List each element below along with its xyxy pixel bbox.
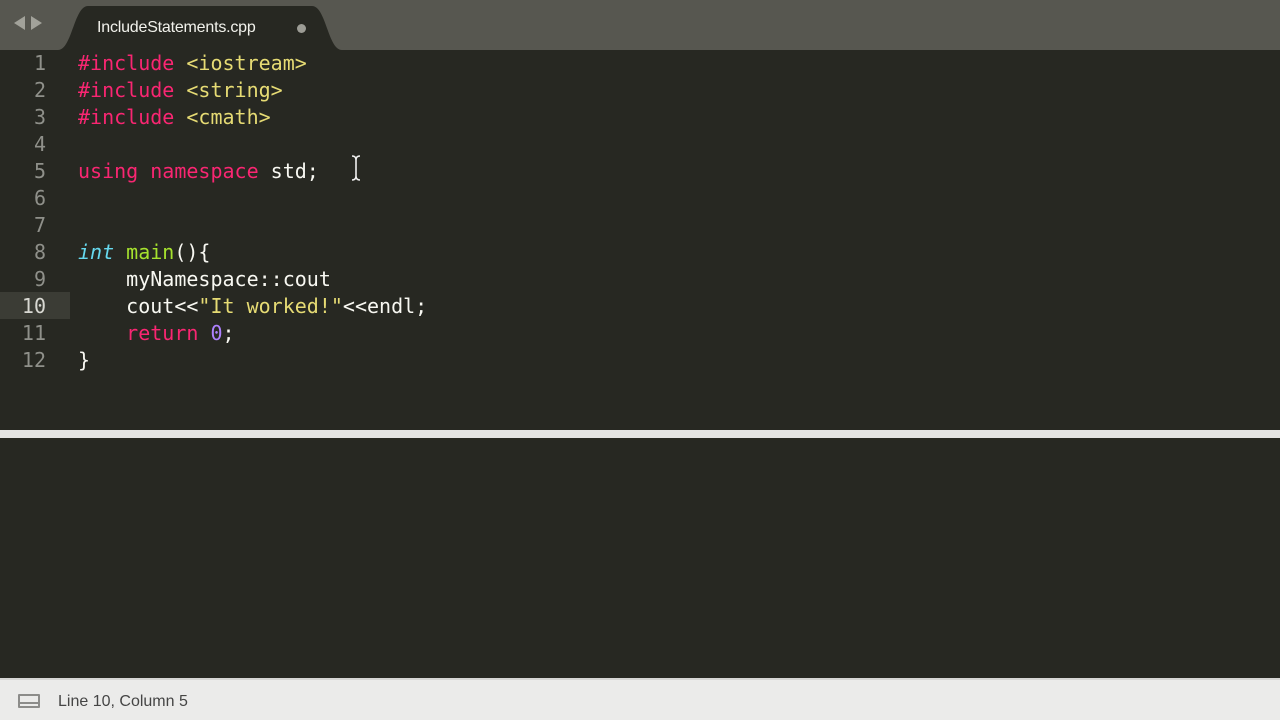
line-number: 9	[33, 267, 46, 291]
code-line[interactable]: return 0;	[78, 320, 235, 347]
line-number: 7	[33, 213, 46, 237]
code-token: using	[78, 159, 139, 183]
code-token: main	[126, 240, 175, 264]
code-token: 0	[210, 321, 223, 345]
code-line[interactable]: myNamespace::cout	[78, 266, 331, 293]
line-number: 5	[33, 159, 46, 183]
code-token: cout<<	[78, 294, 199, 318]
code-line[interactable]: #include <iostream>	[78, 50, 307, 77]
status-bar: Line 10, Column 5	[0, 680, 1280, 720]
line-number: 1	[33, 51, 46, 75]
line-number: 4	[33, 132, 46, 156]
line-number: 8	[33, 240, 46, 264]
text-cursor-icon	[351, 155, 361, 181]
code-token: #include	[78, 105, 175, 129]
tab-include-statements[interactable]: IncludeStatements.cpp	[58, 6, 342, 50]
tab-bar: IncludeStatements.cpp	[0, 0, 1280, 50]
line-number: 3	[33, 105, 46, 129]
code-line[interactable]: #include <cmath>	[78, 104, 271, 131]
line-number: 6	[33, 186, 46, 210]
code-token: "It worked!"	[198, 294, 343, 318]
code-line[interactable]: using namespace std;	[78, 158, 319, 185]
cursor-position: Line 10, Column 5	[58, 693, 188, 710]
code-token: return	[126, 321, 199, 345]
code-token: #include	[78, 78, 175, 102]
output-panel[interactable]	[0, 438, 1280, 678]
code-line[interactable]: #include <string>	[78, 77, 283, 104]
code-token: std;	[258, 159, 319, 183]
code-line[interactable]: }	[78, 347, 90, 374]
code-editor[interactable]: 1 2 3 4 5 6 7 8 9 10 11 12 #include <iostream> #incl…	[0, 50, 1280, 430]
code-token: myNamespace::cout	[78, 267, 331, 291]
unsaved-indicator-icon[interactable]	[297, 24, 306, 33]
line-number: 10	[21, 294, 46, 318]
code-token: <<endl;	[342, 294, 428, 318]
line-number: 2	[33, 78, 46, 102]
code-token: #include	[78, 51, 175, 75]
code-token: int	[78, 240, 115, 264]
tab-navigation	[14, 16, 42, 30]
code-line[interactable]: int main(){	[78, 239, 210, 266]
forward-arrow-icon[interactable]	[31, 16, 42, 30]
line-number: 11	[21, 321, 46, 345]
panel-splitter[interactable]	[0, 430, 1280, 438]
tab-title: IncludeStatements.cpp	[97, 19, 256, 36]
code-token: }	[78, 348, 91, 372]
code-token: ;	[222, 321, 235, 345]
code-token: <string>	[186, 78, 283, 102]
back-arrow-icon[interactable]	[14, 16, 25, 30]
code-token: (){	[174, 240, 211, 264]
panel-toggle-icon[interactable]	[18, 694, 40, 708]
line-number: 12	[21, 348, 46, 372]
code-token: namespace	[150, 159, 259, 183]
code-token: <cmath>	[186, 105, 271, 129]
code-token: <iostream>	[186, 51, 307, 75]
code-line[interactable]: cout<<"It worked!"<<endl;	[78, 293, 427, 320]
